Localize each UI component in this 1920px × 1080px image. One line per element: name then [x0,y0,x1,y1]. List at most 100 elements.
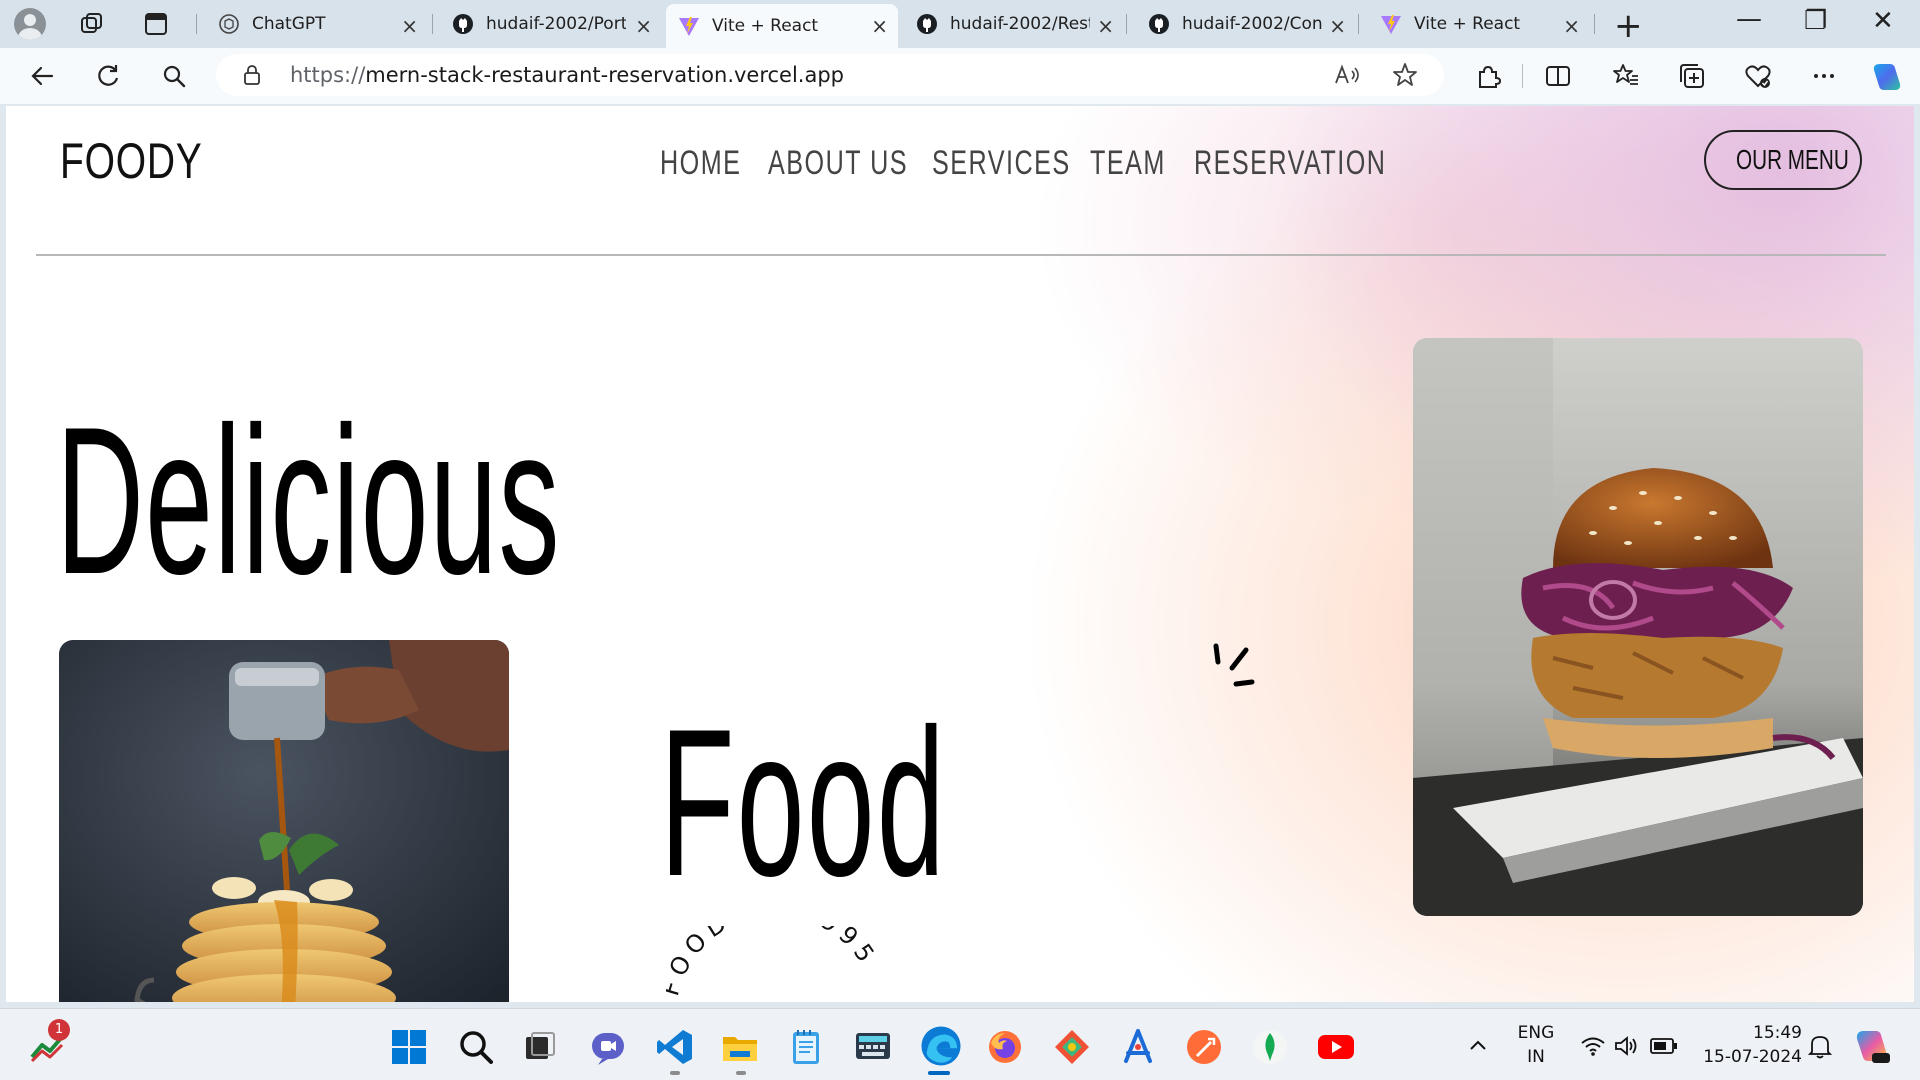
tab-github-con[interactable]: hudaif-2002/Con × [1136,4,1356,44]
split-screen-icon[interactable] [1544,62,1572,90]
web-page-content: FOODY HOME ABOUT US SERVICES TEAM RESERV… [6,106,1914,1002]
tab-github-rest[interactable]: hudaif-2002/Rest × [904,4,1124,44]
collections-icon[interactable] [1678,62,1706,90]
nav-team[interactable]: TEAM [1090,144,1166,183]
language-indicator[interactable]: ENG IN [1508,1023,1564,1067]
region-code: IN [1527,1047,1545,1067]
tab-close-button[interactable]: × [401,14,418,38]
app-store-icon[interactable] [1118,1027,1158,1067]
firefox-icon[interactable] [985,1027,1025,1067]
battery-icon[interactable] [1650,1037,1678,1055]
github-icon [1149,14,1169,34]
windows-start-icon[interactable] [389,1027,429,1067]
tab-close-button[interactable]: × [1097,14,1114,38]
browser-toolbar: https://mern-stack-restaurant-reservatio… [0,48,1920,104]
url-protocol: https:// [290,63,366,87]
github-icon [917,14,937,34]
refresh-icon[interactable] [94,62,122,90]
hero-title-food: Food [660,685,947,920]
burger-image [1413,338,1863,916]
postman-icon[interactable] [1184,1027,1224,1067]
copilot-preview-icon[interactable] [1852,1027,1892,1067]
lock-icon[interactable] [242,64,262,86]
nav-reservation[interactable]: RESERVATION [1194,144,1386,183]
tab-separator [196,14,197,34]
chevron-up-icon[interactable] [1468,1037,1488,1053]
workspaces-icon[interactable] [78,10,106,38]
copilot-icon[interactable] [1870,60,1904,94]
favorite-star-icon[interactable] [1392,62,1418,88]
sparkle-decoration-icon [1213,643,1255,687]
circular-badge-text: FOODY • 1995 [666,926,883,999]
language-code: ENG [1517,1023,1555,1043]
nav-home[interactable]: HOME [660,144,741,183]
tab-title: ChatGPT [252,14,326,34]
notification-bell-icon[interactable] [1808,1033,1832,1059]
running-indicator [670,1071,680,1075]
tab-title: Vite + React [1414,14,1521,34]
nav-services[interactable]: SERVICES [932,144,1071,183]
active-app-indicator [928,1071,950,1075]
brand-logo[interactable]: FOODY [60,132,203,190]
header-divider [36,254,1886,256]
tab-close-button[interactable]: × [871,14,888,38]
git-icon[interactable] [1052,1027,1092,1067]
running-indicator [736,1071,746,1075]
tab-title: Vite + React [712,16,819,36]
pancakes-image [59,640,509,1002]
new-tab-button[interactable]: + [1614,6,1643,46]
youtube-icon[interactable] [1316,1027,1356,1067]
clock[interactable]: 15:49 15-07-2024 [1696,1023,1802,1067]
tab-github-port[interactable]: hudaif-2002/Port × [440,4,662,44]
circular-text: FOODY • 1995 [666,926,877,999]
close-window-button[interactable]: ✕ [1872,6,1894,36]
back-arrow-icon[interactable] [28,62,56,90]
restore-button[interactable]: ❐ [1804,6,1827,36]
github-icon [453,14,473,34]
tab-close-button[interactable]: × [1329,14,1346,38]
file-explorer-icon[interactable] [720,1027,760,1067]
notification-badge: 1 [48,1019,70,1041]
svg-text:FOODY • 1995: FOODY • 1995 [666,926,883,999]
windows-taskbar: 1 ENG IN 15:49 15-07-2024 [0,1008,1920,1080]
keyboard-app-icon[interactable] [853,1027,893,1067]
tab-close-button[interactable]: × [1563,14,1580,38]
tab-separator [1126,14,1127,34]
address-bar[interactable]: https://mern-stack-restaurant-reservatio… [216,54,1444,96]
extensions-icon[interactable] [1474,62,1502,90]
tab-chatgpt[interactable]: ChatGPT × [206,4,428,44]
vite-icon [1381,15,1401,34]
tab-vite-react[interactable]: Vite + React × [1368,4,1590,44]
tab-close-button[interactable]: × [635,14,652,38]
our-menu-label: OUR MENU [1736,144,1849,175]
minimize-button[interactable]: — [1736,4,1762,34]
url-text: https://mern-stack-restaurant-reservatio… [290,63,844,87]
notepad-icon[interactable] [786,1027,826,1067]
mongodb-icon[interactable] [1250,1027,1290,1067]
browser-essentials-icon[interactable] [1744,62,1772,90]
nav-about-us[interactable]: ABOUT US [768,144,908,183]
toolbar-separator [1522,64,1523,88]
vscode-icon[interactable] [655,1027,695,1067]
tab-separator [432,14,433,34]
clock-date: 15-07-2024 [1703,1047,1802,1067]
volume-icon[interactable] [1614,1035,1640,1057]
meet-icon[interactable] [588,1027,628,1067]
url-host: mern-stack-restaurant-reservation.vercel… [365,63,845,87]
read-aloud-icon[interactable] [1334,63,1362,87]
search-icon[interactable] [456,1027,496,1067]
tab-title: hudaif-2002/Con [1182,14,1322,34]
chatgpt-icon [219,14,239,34]
search-icon[interactable] [160,62,188,90]
vite-icon [679,17,699,36]
tab-strip: ChatGPT × hudaif-2002/Port × Vite + Reac… [0,0,1920,48]
task-view-icon[interactable] [520,1027,560,1067]
profile-avatar[interactable] [14,8,46,40]
tab-vite-react-active[interactable]: Vite + React × [666,4,898,48]
wifi-icon[interactable] [1580,1035,1606,1057]
favorites-icon[interactable] [1612,62,1640,90]
vertical-tabs-icon[interactable] [142,10,170,38]
our-menu-button[interactable]: OUR MENU [1704,130,1862,190]
more-options-icon[interactable] [1810,62,1838,90]
edge-icon[interactable] [918,1023,964,1069]
